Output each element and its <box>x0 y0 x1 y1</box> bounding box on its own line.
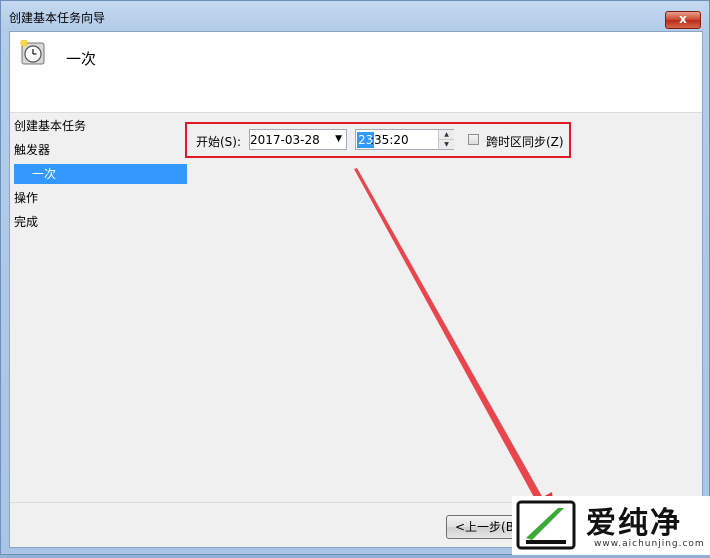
timezone-sync-label[interactable]: 跨时区同步(Z) <box>486 133 564 150</box>
time-spinner[interactable]: ▲ ▼ <box>438 130 454 149</box>
start-label: 开始(S): <box>196 135 242 149</box>
trigger-panel: 开始(S): 2017-03-28 ▼ 23 :35:20 ▲ ▼ 跨时区同步(… <box>185 112 702 547</box>
step-action[interactable]: 操作 <box>14 188 38 208</box>
clock-icon <box>20 40 45 65</box>
step-once-selected[interactable]: 一次 <box>14 164 187 184</box>
spin-down-icon[interactable]: ▼ <box>438 140 454 149</box>
step-trigger[interactable]: 触发器 <box>14 140 50 160</box>
wizard-client: 一次 创建基本任务 触发器 一次 操作 完成 开始(S): 2017-03-28… <box>9 31 703 548</box>
watermark-url: www.aichunjing.com <box>594 539 705 549</box>
annotation-arrow <box>354 168 556 526</box>
watermark-logo: 爱纯净 www.aichunjing.com <box>512 496 710 555</box>
wizard-steps: 创建基本任务 触发器 一次 操作 完成 <box>10 112 188 512</box>
chevron-down-icon[interactable]: ▼ <box>335 134 342 144</box>
window-title: 创建基本任务向导 <box>9 11 106 25</box>
page-title: 一次 <box>66 50 97 68</box>
watermark-mark-icon <box>516 500 576 550</box>
spin-up-icon[interactable]: ▲ <box>438 130 454 140</box>
start-date-picker[interactable]: 2017-03-28 ▼ <box>249 129 347 150</box>
wizard-header: 一次 <box>10 32 702 113</box>
time-minutes-seconds[interactable]: :35:20 <box>370 132 409 148</box>
start-date-value: 2017-03-28 <box>250 133 320 147</box>
timezone-sync-checkbox[interactable] <box>468 134 479 145</box>
start-time-field[interactable]: 23 :35:20 ▲ ▼ <box>355 129 454 150</box>
watermark-text: 爱纯净 <box>586 506 682 541</box>
title-bar[interactable]: 创建基本任务向导 x <box>1 1 709 31</box>
step-finish[interactable]: 完成 <box>14 212 38 232</box>
close-icon: x <box>679 12 687 26</box>
step-create-basic-task[interactable]: 创建基本任务 <box>14 116 86 136</box>
close-button[interactable]: x <box>665 11 701 29</box>
wizard-window: 创建基本任务向导 x 一次 创建基本任务 触发器 一次 操作 完成 开始(S):… <box>0 0 710 555</box>
